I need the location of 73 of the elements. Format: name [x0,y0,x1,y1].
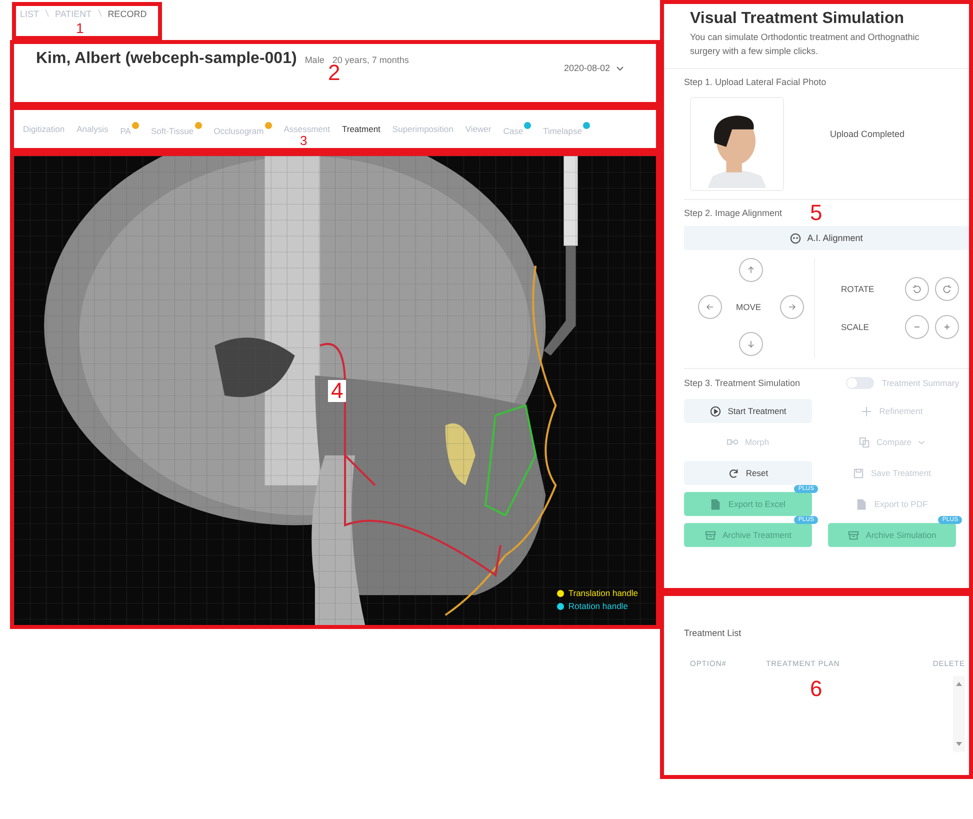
tab[interactable]: Occlusogram [208,108,277,150]
square-to-circle-icon [726,436,738,448]
action-button[interactable]: Reset [684,461,812,485]
arrow-left-icon [706,303,714,311]
list-title: Treatment List [684,628,742,638]
document-icon [710,498,722,510]
tab[interactable]: Viewer [460,110,496,148]
tab[interactable]: Soft-Tissue [146,108,207,150]
breadcrumb-link[interactable]: LIST [20,9,40,19]
tab[interactable]: Timelapse [538,108,595,150]
reset-icon [728,468,739,478]
move-label: MOVE [736,302,762,312]
annotation-number: 1 [76,21,84,35]
tab[interactable]: Treatment [337,110,386,148]
move-left-button[interactable] [698,295,722,319]
toggle-label: Treatment Summary [882,378,959,388]
patient-name: Kim, Albert (webceph-sample-001) [36,50,297,68]
annotation-number: 2 [328,62,340,84]
breadcrumb-link[interactable]: RECORD [108,9,147,19]
archive-icon [848,530,859,540]
rotate-label: ROTATE [841,284,876,294]
date-dropdown[interactable]: 2020-08-02 [558,62,630,74]
play-icon [710,406,721,416]
scroll-up-icon [956,682,962,686]
caret-icon [918,440,926,444]
save-icon [852,468,864,478]
separator-icon [45,9,50,19]
scroll-down-icon [956,742,962,746]
scale-label: SCALE [841,322,870,332]
copy-icon [858,436,870,448]
annotation-number: 5 [810,202,822,224]
rotate-right-icon [942,284,952,294]
legend-label: Rotation handle [568,601,628,611]
rotate-right-button[interactable] [935,277,959,301]
arrow-up-icon [747,266,755,274]
scale-down-button[interactable] [905,315,929,339]
step-heading: Step 2. Image Alignment [684,208,782,218]
panel-title: Visual Treatment Simulation [690,10,905,28]
plus-icon [943,323,951,331]
scrollbar[interactable] [953,676,965,752]
tab[interactable]: Superimposition [387,110,458,148]
patient-age: 20 years, 7 months [332,55,409,65]
tab[interactable]: PA [115,108,144,150]
document-icon [856,498,868,510]
move-up-button[interactable] [739,258,763,282]
rotate-left-button[interactable] [905,277,929,301]
caret-icon [616,66,624,70]
scale-up-button[interactable] [935,315,959,339]
action-button[interactable]: Start Treatment [684,399,812,423]
panel-description: You can simulate Orthodontic treatment and Orthognathic surgery with a few simple clicks. [690,31,920,58]
tab[interactable]: Analysis [72,110,114,148]
upload-status: Upload Completed [830,129,905,139]
tab[interactable]: Digitization [18,110,70,148]
toggle-switch[interactable] [846,377,874,389]
rotate-left-icon [912,284,922,294]
move-down-button[interactable] [739,332,763,356]
tab[interactable]: Case [498,108,536,150]
step-heading: Step 1. Upload Lateral Facial Photo [684,77,826,87]
patient-sex: Male [304,55,324,65]
arrow-right-icon [788,303,796,311]
annotation-number: 6 [810,678,822,700]
ai-alignment-button[interactable]: A.I. Alignment [684,226,969,250]
legend-label: Translation handle [568,588,638,598]
plus-icon [861,406,872,416]
step-heading: Step 3. Treatment Simulation [684,378,800,388]
arrow-down-icon [747,340,755,348]
move-right-button[interactable] [780,295,804,319]
breadcrumb-link[interactable]: PATIENT [55,9,92,19]
annotation-number: 4 [328,380,346,402]
separator-icon [98,9,102,19]
annotation-number: 3 [300,134,308,147]
robot-icon [790,232,802,244]
archive-icon [704,530,716,540]
